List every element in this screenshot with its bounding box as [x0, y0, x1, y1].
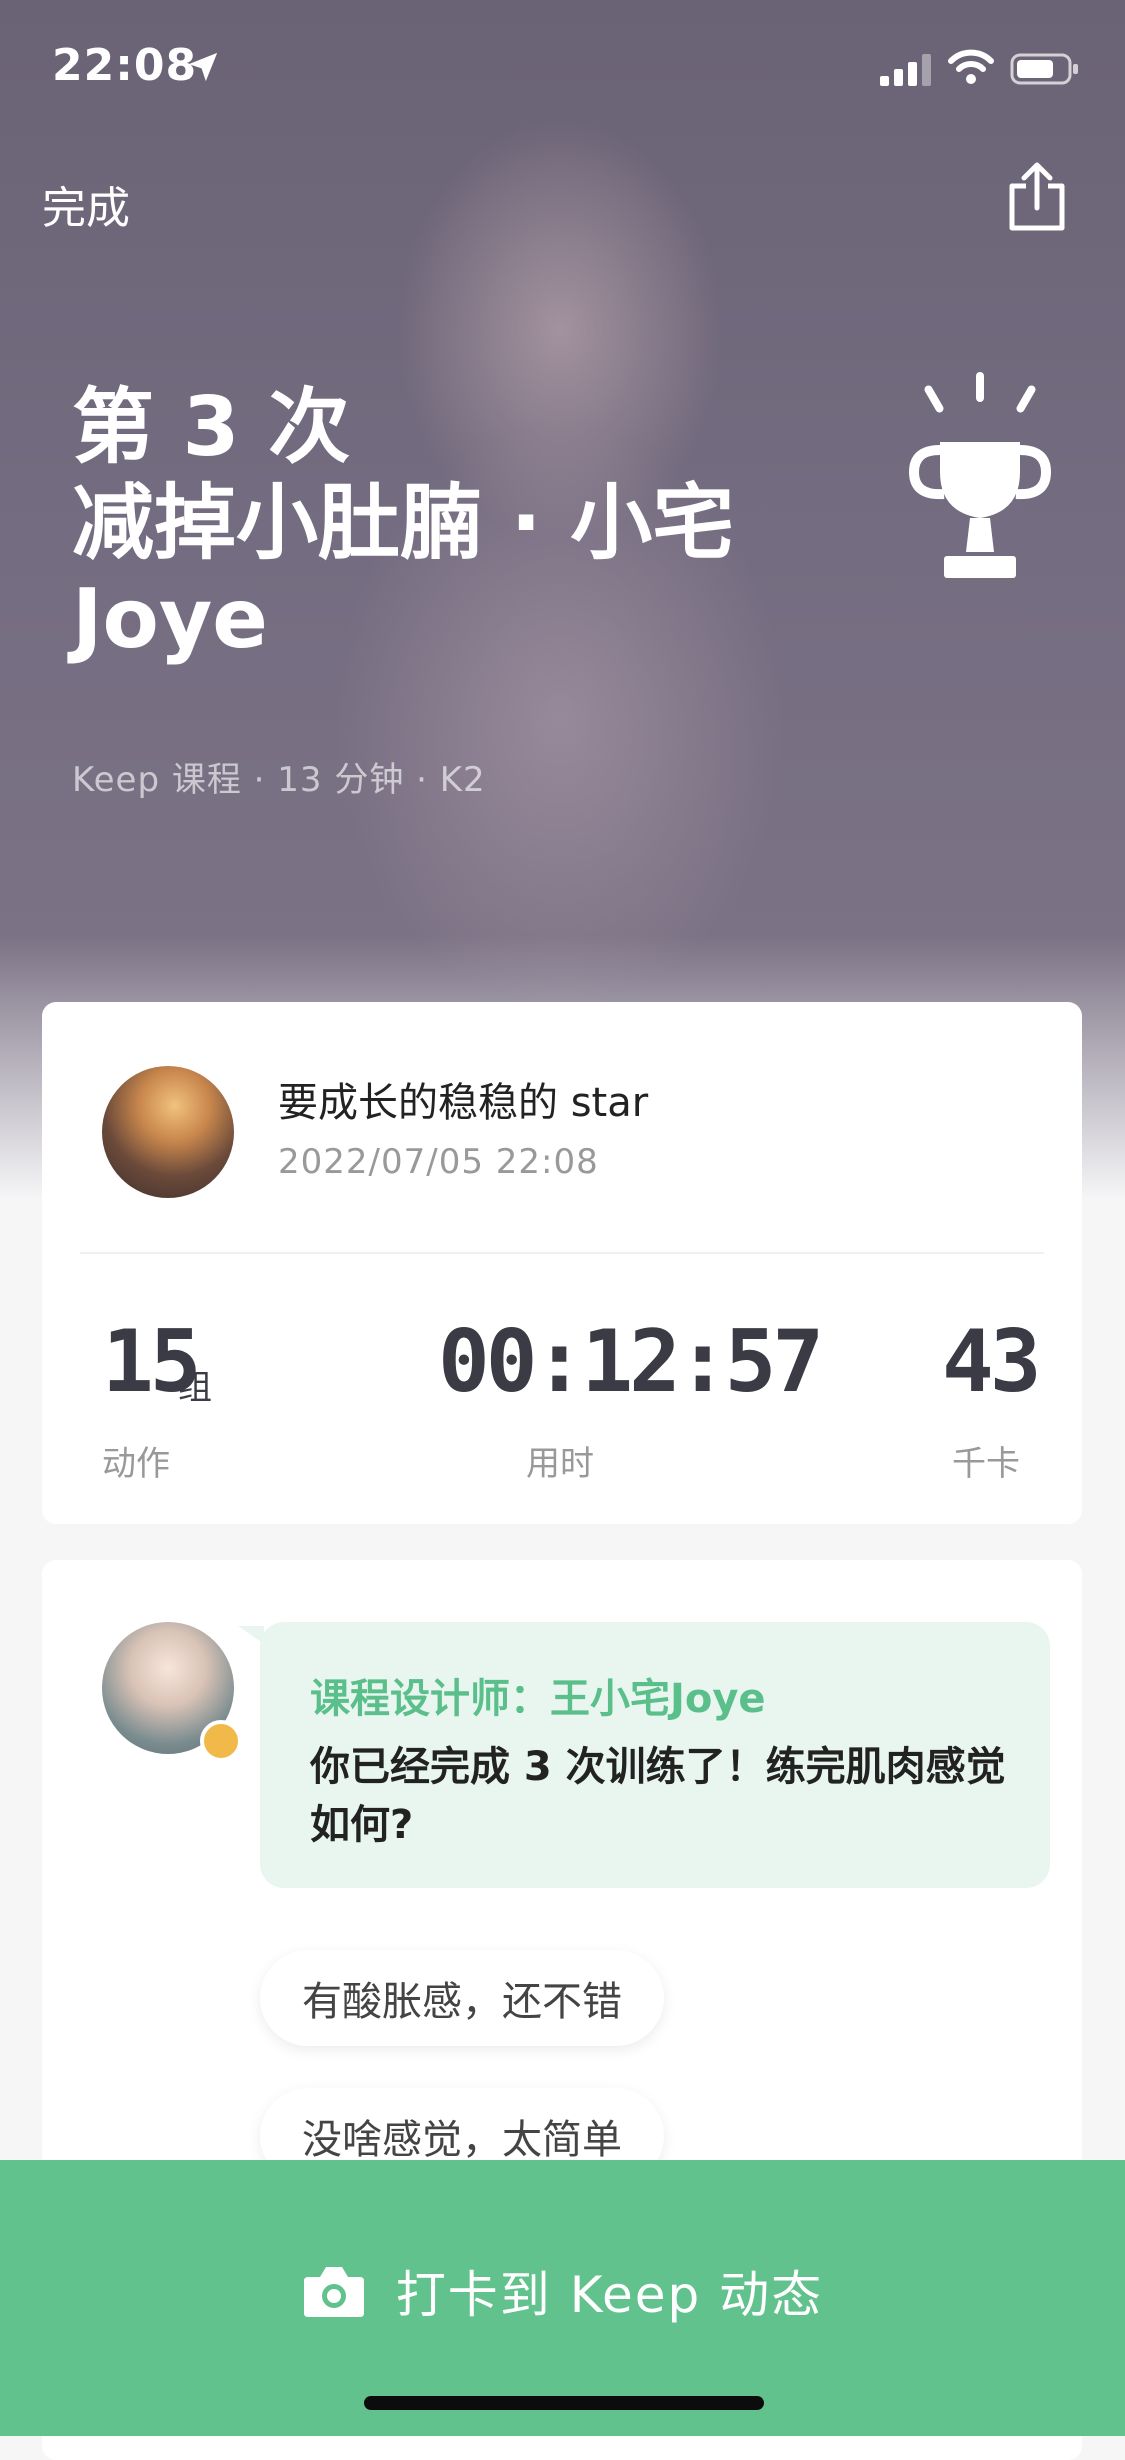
workout-summary-card: 要成长的稳稳的 star 2022/07/05 22:08 15 组 动作 00…	[42, 1002, 1082, 1524]
verified-badge-icon	[200, 1720, 242, 1762]
coach-message: 你已经完成 3 次训练了！练完肌肉感觉如何?	[310, 1744, 1006, 1848]
coach-title: 课程设计师：王小宅Joye	[310, 1676, 766, 1722]
user-name[interactable]: 要成长的稳稳的 star	[278, 1070, 648, 1128]
course-name-line-1: 减掉小肚腩 · 小宅	[72, 476, 735, 571]
location-arrow-icon	[188, 52, 218, 82]
battery-icon	[1010, 53, 1078, 85]
checkin-button[interactable]: 打卡到 Keep 动态	[0, 2160, 1125, 2436]
camera-icon	[303, 2267, 364, 2317]
cellular-signal-icon	[880, 54, 931, 86]
course-name-line-2: Joye	[72, 572, 268, 667]
user-avatar[interactable]	[102, 1066, 234, 1198]
coach-message-bubble: 课程设计师：王小宅Joye 你已经完成 3 次训练了！练完肌肉感觉如何?	[260, 1622, 1050, 1888]
workout-datetime: 2022/07/05 22:08	[278, 1142, 599, 1182]
attempt-count: 第 3 次	[72, 380, 351, 475]
reply-option-good[interactable]: 有酸胀感，还不错	[260, 1950, 664, 2046]
divider	[80, 1252, 1044, 1254]
checkin-button-content: 打卡到 Keep 动态	[0, 2256, 1125, 2326]
stat-sets-label: 动作	[102, 1444, 170, 1484]
stat-duration-value: 00:12:57	[438, 1312, 824, 1412]
stat-sets-unit: 组	[178, 1368, 212, 1408]
home-indicator	[364, 2396, 764, 2410]
wifi-icon	[948, 49, 994, 84]
checkin-label: 打卡到 Keep 动态	[395, 2266, 824, 2324]
done-button[interactable]: 完成	[42, 172, 130, 236]
status-time: 22:08	[52, 40, 198, 91]
stat-calories-value: 43	[942, 1312, 1042, 1412]
course-meta: Keep 课程 · 13 分钟 · K2	[72, 760, 486, 800]
share-icon[interactable]	[1004, 160, 1070, 232]
trophy-icon	[908, 372, 1052, 578]
course-title: 第 3 次 减掉小肚腩 · 小宅 Joye	[72, 380, 832, 668]
stat-calories-label: 千卡	[952, 1444, 1020, 1484]
stat-duration-label: 用时	[526, 1444, 594, 1484]
